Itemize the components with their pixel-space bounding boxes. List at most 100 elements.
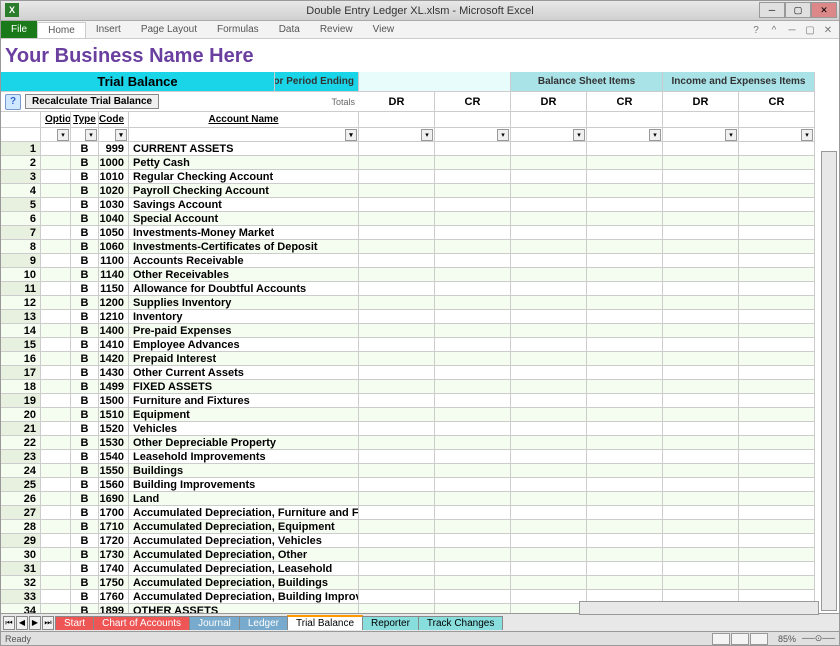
cell-dr-3[interactable] (663, 422, 739, 436)
table-row[interactable]: 13B1210Inventory (1, 310, 839, 324)
cell-cr-1[interactable] (435, 254, 511, 268)
cell-type[interactable]: B (71, 464, 99, 478)
cell-account-name[interactable]: Petty Cash (129, 156, 359, 170)
cell-cr-1[interactable] (435, 436, 511, 450)
cell-dr-1[interactable] (359, 352, 435, 366)
filter-dr-2[interactable]: ▾ (573, 129, 585, 141)
table-row[interactable]: 4B1020Payroll Checking Account (1, 184, 839, 198)
cell-dr-2[interactable] (511, 436, 587, 450)
cell-cr-2[interactable] (587, 366, 663, 380)
cell-cr-2[interactable] (587, 352, 663, 366)
cell-code[interactable]: 999 (99, 142, 129, 156)
filter-cr-1[interactable]: ▾ (497, 129, 509, 141)
cell-type[interactable]: B (71, 492, 99, 506)
cell-cr-1[interactable] (435, 366, 511, 380)
cell-dr-3[interactable] (663, 226, 739, 240)
cell-cr-3[interactable] (739, 212, 815, 226)
table-row[interactable]: 7B1050Investments-Money Market (1, 226, 839, 240)
cell-type[interactable]: B (71, 296, 99, 310)
cell-cr-2[interactable] (587, 464, 663, 478)
cell-account-name[interactable]: Investments-Certificates of Deposit (129, 240, 359, 254)
cell-code[interactable]: 1540 (99, 450, 129, 464)
sheet-nav-prev[interactable]: ◀ (16, 616, 28, 630)
cell-account-name[interactable]: Equipment (129, 408, 359, 422)
cell-dr-3[interactable] (663, 464, 739, 478)
table-row[interactable]: 23B1540Leasehold Improvements (1, 450, 839, 464)
cell-cr-2[interactable] (587, 422, 663, 436)
cell-type[interactable]: B (71, 156, 99, 170)
cell-dr-3[interactable] (663, 324, 739, 338)
cell-dr-3[interactable] (663, 198, 739, 212)
cell-dr-2[interactable] (511, 212, 587, 226)
cell-optional-ref[interactable] (41, 520, 71, 534)
cell-type[interactable]: B (71, 436, 99, 450)
table-row[interactable]: 22B1530Other Depreciable Property (1, 436, 839, 450)
table-row[interactable]: 20B1510Equipment (1, 408, 839, 422)
cell-cr-1[interactable] (435, 156, 511, 170)
vertical-scrollbar[interactable] (821, 151, 837, 611)
cell-cr-2[interactable] (587, 254, 663, 268)
close-button[interactable]: ✕ (811, 2, 837, 18)
table-row[interactable]: 10B1140Other Receivables (1, 268, 839, 282)
sheet-tab-reporter[interactable]: Reporter (362, 616, 419, 630)
cell-code[interactable]: 1040 (99, 212, 129, 226)
table-row[interactable]: 15B1410Employee Advances (1, 338, 839, 352)
cell-cr-3[interactable] (739, 352, 815, 366)
table-row[interactable]: 5B1030Savings Account (1, 198, 839, 212)
cell-dr-2[interactable] (511, 562, 587, 576)
table-row[interactable]: 6B1040Special Account (1, 212, 839, 226)
cell-type[interactable]: B (71, 142, 99, 156)
cell-dr-2[interactable] (511, 422, 587, 436)
ribbon-minimize-icon[interactable]: ^ (767, 23, 781, 37)
cell-cr-2[interactable] (587, 548, 663, 562)
cell-type[interactable]: B (71, 394, 99, 408)
cell-dr-2[interactable] (511, 506, 587, 520)
sheet-tab-track-changes[interactable]: Track Changes (418, 616, 503, 630)
filter-dr-1[interactable]: ▾ (421, 129, 433, 141)
cell-dr-2[interactable] (511, 156, 587, 170)
cell-dr-1[interactable] (359, 184, 435, 198)
cell-dr-1[interactable] (359, 492, 435, 506)
cell-cr-1[interactable] (435, 394, 511, 408)
table-row[interactable]: 3B1010Regular Checking Account (1, 170, 839, 184)
cell-cr-3[interactable] (739, 548, 815, 562)
cell-cr-3[interactable] (739, 450, 815, 464)
cell-account-name[interactable]: CURRENT ASSETS (129, 142, 359, 156)
cell-dr-2[interactable] (511, 338, 587, 352)
cell-dr-3[interactable] (663, 576, 739, 590)
cell-optional-ref[interactable] (41, 184, 71, 198)
cell-optional-ref[interactable] (41, 254, 71, 268)
cell-dr-1[interactable] (359, 324, 435, 338)
cell-cr-3[interactable] (739, 380, 815, 394)
cell-dr-3[interactable] (663, 492, 739, 506)
cell-dr-2[interactable] (511, 142, 587, 156)
cell-optional-ref[interactable] (41, 394, 71, 408)
cell-cr-3[interactable] (739, 478, 815, 492)
cell-dr-2[interactable] (511, 366, 587, 380)
cell-dr-3[interactable] (663, 338, 739, 352)
cell-cr-1[interactable] (435, 198, 511, 212)
cell-dr-2[interactable] (511, 450, 587, 464)
sheet-tab-ledger[interactable]: Ledger (239, 616, 288, 630)
cell-account-name[interactable]: Furniture and Fixtures (129, 394, 359, 408)
cell-dr-1[interactable] (359, 212, 435, 226)
cell-dr-3[interactable] (663, 170, 739, 184)
cell-code[interactable]: 1750 (99, 576, 129, 590)
cell-optional-ref[interactable] (41, 282, 71, 296)
cell-type[interactable]: B (71, 338, 99, 352)
cell-dr-1[interactable] (359, 520, 435, 534)
cell-cr-1[interactable] (435, 268, 511, 282)
cell-cr-3[interactable] (739, 310, 815, 324)
cell-optional-ref[interactable] (41, 268, 71, 282)
sheet-nav-first[interactable]: ⏮ (3, 616, 15, 630)
cell-optional-ref[interactable] (41, 492, 71, 506)
cell-dr-1[interactable] (359, 254, 435, 268)
minimize-button[interactable]: ─ (759, 2, 785, 18)
cell-dr-1[interactable] (359, 156, 435, 170)
cell-code[interactable]: 1560 (99, 478, 129, 492)
table-row[interactable]: 8B1060Investments-Certificates of Deposi… (1, 240, 839, 254)
cell-account-name[interactable]: Other Current Assets (129, 366, 359, 380)
cell-dr-1[interactable] (359, 240, 435, 254)
cell-cr-2[interactable] (587, 408, 663, 422)
sheet-tab-chart-of-accounts[interactable]: Chart of Accounts (93, 616, 190, 630)
